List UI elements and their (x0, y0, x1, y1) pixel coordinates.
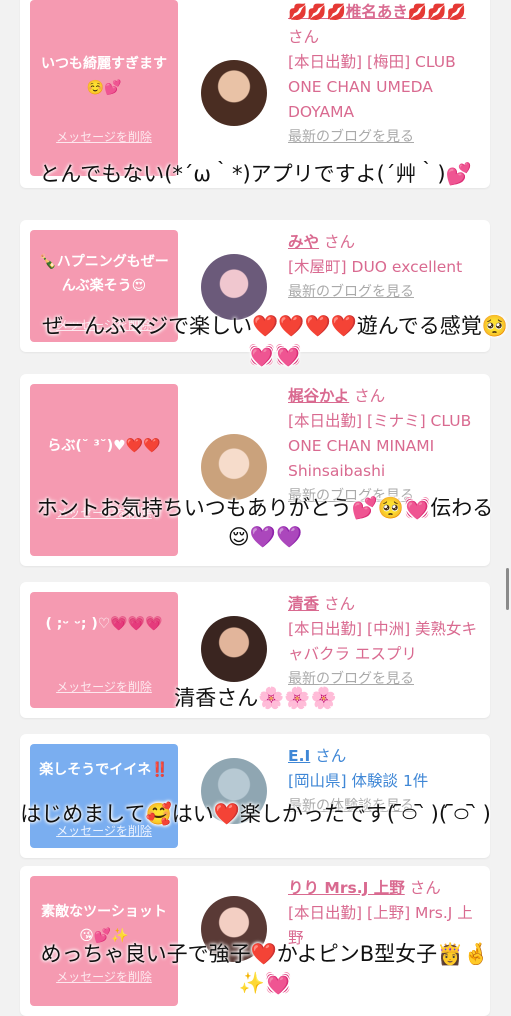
blog-link[interactable]: 最新のブログを見る (288, 125, 483, 150)
avatar[interactable] (201, 616, 267, 682)
message-text: らぶ(˘ ³˘)♥❤️❤️ (47, 438, 161, 454)
cast-detail: [本日出勤] [ミナミ] CLUB ONE CHAN MINAMI Shinsa… (288, 412, 472, 480)
delete-message-link[interactable]: メッセージを削除 (30, 128, 178, 145)
message-bubble: 楽しそうでイイネ‼️ メッセージを削除 (30, 744, 178, 848)
honorific: さん (315, 747, 347, 765)
honorific: さん (288, 28, 320, 46)
honorific: さん (409, 879, 441, 897)
overlay-comment: 清香さん🌸🌸🌸 (174, 686, 337, 710)
avatar[interactable] (201, 254, 267, 320)
cast-name-link[interactable]: みや (288, 233, 319, 251)
cast-name-link[interactable]: 清香 (288, 595, 319, 613)
overlay-comment: はじめまして🥰はい❤️楽しかったです( ᷇࿀ ᷆ )( ᷇࿀ ᷆ ) (20, 802, 491, 826)
user-detail: [岡山県] 体験談 1件 (288, 772, 429, 790)
avatar[interactable] (201, 434, 267, 500)
message-text: いつも綺麗すぎます☺️💕 (41, 56, 167, 96)
scrollbar[interactable] (506, 568, 509, 610)
overlay-comment: めっちゃ良い子で強子❤️かよピンB型女子👸🤞✨💓 (40, 942, 490, 995)
cast-name-link[interactable]: 💋💋💋椎名あき💋💋💋 (288, 3, 466, 21)
overlay-comment: ホントお気持ちいつもありがとう💕🥺💓伝わる😌💜💜 (36, 496, 494, 549)
cast-name-link[interactable]: りり Mrs.J 上野 (288, 879, 405, 897)
honorific: さん (323, 595, 355, 613)
blog-link[interactable]: 最新のブログを見る (288, 280, 483, 305)
cast-name-link[interactable]: 梶谷かよ (288, 387, 349, 405)
cast-info: 梶谷かよ さん [本日出勤] [ミナミ] CLUB ONE CHAN MINAM… (288, 384, 483, 509)
cast-info: 💋💋💋椎名あき💋💋💋 さん [本日出勤] [梅田] CLUB ONE CHAN … (288, 0, 483, 150)
cast-info: 清香 さん [本日出勤] [中洲] 美熟女キャバクラ エスプリ 最新のブログを見… (288, 592, 483, 692)
favorite-card: 楽しそうでイイネ‼️ メッセージを削除 E.I さん [岡山県] 体験談 1件 … (20, 734, 490, 858)
honorific: さん (354, 387, 386, 405)
overlay-comment: ぜーんぶマジで楽しい❤️❤️❤️❤️遊んでる感覚🥺💓💓 (42, 314, 508, 367)
honorific: さん (323, 233, 355, 251)
cast-detail: [木屋町] DUO excellent (288, 258, 463, 276)
user-name-link[interactable]: E.I (288, 747, 310, 765)
message-text: ( ;ᵕ ᵕ; )♡💗💗💗 (45, 616, 163, 632)
cast-detail: [本日出勤] [中洲] 美熟女キャバクラ エスプリ (288, 620, 478, 663)
message-text: 🍾ハプニングもぜーんぶ楽そう😍 (39, 254, 169, 294)
avatar[interactable] (201, 60, 267, 126)
cast-detail: [本日出勤] [梅田] CLUB ONE CHAN UMEDA DOYAMA (288, 53, 456, 121)
message-bubble: いつも綺麗すぎます☺️💕 メッセージを削除 (30, 0, 178, 176)
cast-info: みや さん [木屋町] DUO excellent 最新のブログを見る (288, 230, 483, 305)
message-text: 楽しそうでイイネ‼️ (39, 762, 169, 778)
overlay-comment: とんでもない(*´ω｀*)アプリですよ(´艸｀)💕 (39, 162, 472, 186)
